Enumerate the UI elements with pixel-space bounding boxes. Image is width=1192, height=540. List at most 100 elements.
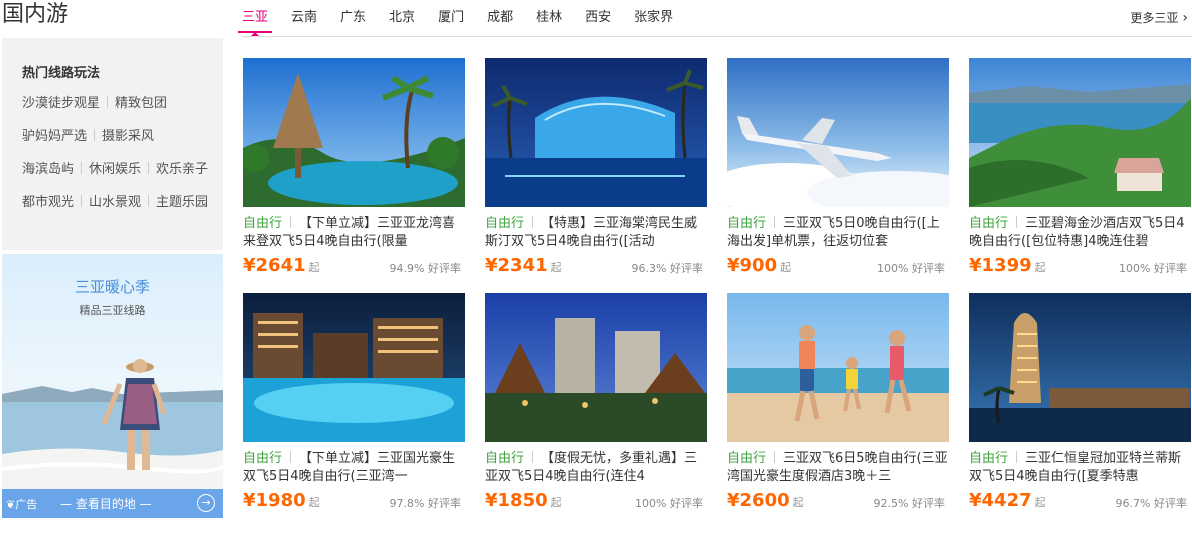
- route-link[interactable]: 山水景观: [89, 195, 141, 210]
- rating-text: 100% 好评率: [877, 262, 945, 275]
- route-link[interactable]: 主题乐园: [156, 195, 208, 210]
- rating-text: 96.3% 好评率: [631, 262, 703, 275]
- route-link[interactable]: 沙漠徒步观星: [22, 96, 100, 111]
- product-card[interactable]: 自由行 【下单立减】三亚国光豪生双飞5日4晚自由行(三亚湾一 ¥1980 起 97.8…: [243, 293, 465, 514]
- route-row: 沙漠徒步观星 精致包团: [22, 94, 223, 114]
- product-card[interactable]: 自由行 【下单立减】三亚亚龙湾喜来登双飞5日4晚自由行(限量 ¥2641 起 94.9…: [243, 58, 465, 279]
- product-tag: 自由行: [243, 216, 283, 231]
- product-tag: 自由行: [485, 451, 525, 466]
- divider: [774, 216, 776, 228]
- tab-chengdu[interactable]: 成都: [487, 8, 513, 36]
- promo-banner[interactable]: 三亚暖心季 精品三亚线路 ❦广告 — 查看目的地 — →: [2, 254, 223, 518]
- product-price: ¥900: [727, 255, 778, 276]
- rating-text: 96.7% 好评率: [1115, 497, 1187, 510]
- product-image-thai-resort[interactable]: [485, 293, 707, 442]
- divider: [81, 162, 83, 174]
- route-link[interactable]: 精致包团: [115, 96, 167, 111]
- divider: [290, 451, 292, 463]
- route-link[interactable]: 海滨岛屿: [22, 162, 74, 177]
- tab-guangdong[interactable]: 广东: [340, 8, 366, 36]
- product-image-resort[interactable]: [243, 58, 465, 207]
- rating-text: 100% 好评率: [1119, 262, 1187, 275]
- product-description[interactable]: 自由行 三亚仁恒皇冠加亚特兰蒂斯双飞5日4晚自由行([夏季特惠: [969, 450, 1191, 486]
- product-description[interactable]: 自由行 三亚双飞6日5晚自由行(三亚湾国光豪生度假酒店3晚＋三: [727, 450, 949, 486]
- divider: [290, 216, 292, 228]
- tab-xian[interactable]: 西安: [585, 8, 611, 36]
- promo-subtitle: 精品三亚线路: [79, 304, 146, 317]
- product-image-bay[interactable]: [969, 58, 1191, 207]
- route-link[interactable]: 驴妈妈严选: [22, 129, 87, 144]
- product-description[interactable]: 自由行 【下单立减】三亚亚龙湾喜来登双飞5日4晚自由行(限量: [243, 215, 465, 251]
- more-sanya-link[interactable]: 更多三亚 ›: [1130, 8, 1188, 28]
- route-row: 驴妈妈严选 摄影采风: [22, 127, 223, 147]
- price-suffix: 起: [308, 261, 320, 274]
- destination-tabs: 三亚 云南 广东 北京 厦门 成都 桂林 西安 张家界: [237, 8, 696, 36]
- divider: [1016, 216, 1018, 228]
- product-tag: 自由行: [969, 451, 1009, 466]
- product-price: ¥1980: [243, 490, 306, 511]
- product-description[interactable]: 自由行 【下单立减】三亚国光豪生双飞5日4晚自由行(三亚湾一: [243, 450, 465, 486]
- divider: [532, 451, 534, 463]
- price-suffix: 起: [308, 496, 320, 509]
- route-link[interactable]: 摄影采风: [102, 129, 154, 144]
- product-description[interactable]: 自由行 三亚碧海金沙酒店双飞5日4晚自由行([包位特惠]4晚连住碧: [969, 215, 1191, 251]
- route-link[interactable]: 欢乐亲子: [156, 162, 208, 177]
- product-price: ¥2600: [727, 490, 790, 511]
- product-tag: 自由行: [243, 451, 283, 466]
- tab-zhangjiajie[interactable]: 张家界: [634, 8, 673, 36]
- promo-title: 三亚暖心季: [74, 278, 150, 296]
- product-description[interactable]: 自由行 三亚双飞5日0晚自由行([上海出发]单机票，往返切位套: [727, 215, 949, 251]
- tab-xiamen[interactable]: 厦门: [438, 8, 464, 36]
- product-image-plane[interactable]: [727, 58, 949, 207]
- tab-beijing[interactable]: 北京: [389, 8, 415, 36]
- tab-yunnan[interactable]: 云南: [291, 8, 317, 36]
- popular-routes-panel: 热门线路玩法 沙漠徒步观星 精致包团 驴妈妈严选 摄影采风 海滨岛屿 休闲娱乐 欢乐亲子…: [2, 38, 223, 250]
- ad-label-text: 广告: [15, 498, 38, 511]
- leaf-icon: ❦: [6, 498, 16, 511]
- divider: [148, 195, 150, 207]
- price-row: ¥1850 起 100% 好评率: [485, 490, 707, 514]
- promo-bar: ❦广告 — 查看目的地 — →: [2, 489, 223, 518]
- product-card[interactable]: 自由行 三亚双飞6日5晚自由行(三亚湾国光豪生度假酒店3晚＋三 ¥2600 起 92.…: [727, 293, 949, 514]
- price-suffix: 起: [780, 261, 792, 274]
- rating-text: 94.9% 好评率: [389, 262, 461, 275]
- product-card[interactable]: 自由行 三亚双飞5日0晚自由行([上海出发]单机票，往返切位套 ¥900 起 100%…: [727, 58, 949, 279]
- divider: [107, 96, 109, 108]
- rating-text: 97.8% 好评率: [389, 497, 461, 510]
- price-row: ¥1980 起 97.8% 好评率: [243, 490, 465, 514]
- route-link[interactable]: 休闲娱乐: [89, 162, 141, 177]
- product-card[interactable]: 自由行 三亚碧海金沙酒店双飞5日4晚自由行([包位特惠]4晚连住碧 ¥1399 起 1…: [969, 58, 1191, 279]
- route-row: 海滨岛屿 休闲娱乐 欢乐亲子: [22, 160, 223, 180]
- rating-text: 100% 好评率: [635, 497, 703, 510]
- price-row: ¥4427 起 96.7% 好评率: [969, 490, 1191, 514]
- divider: [148, 162, 150, 174]
- price-suffix: 起: [550, 496, 562, 509]
- view-destination-link[interactable]: — 查看目的地 —: [60, 495, 152, 512]
- price-suffix: 起: [792, 496, 804, 509]
- ad-label: ❦广告: [6, 496, 37, 512]
- header-divider: [242, 36, 1192, 37]
- product-price: ¥2341: [485, 255, 548, 276]
- product-image-night-pool[interactable]: [485, 58, 707, 207]
- product-description[interactable]: 自由行 【特惠】三亚海棠湾民生威斯汀双飞5日4晚自由行([活动: [485, 215, 707, 251]
- section-title: 国内游: [2, 2, 69, 27]
- product-card[interactable]: 自由行 【特惠】三亚海棠湾民生威斯汀双飞5日4晚自由行([活动 ¥2341 起 96.…: [485, 58, 707, 279]
- tab-guilin[interactable]: 桂林: [536, 8, 562, 36]
- product-price: ¥4427: [969, 490, 1032, 511]
- price-row: ¥2600 起 92.5% 好评率: [727, 490, 949, 514]
- tab-sanya[interactable]: 三亚: [237, 8, 273, 36]
- route-link[interactable]: 都市观光: [22, 195, 74, 210]
- product-image-tower[interactable]: [969, 293, 1191, 442]
- product-price: ¥1850: [485, 490, 548, 511]
- product-tag: 自由行: [969, 216, 1009, 231]
- product-card[interactable]: 自由行 【度假无忧，多重礼遇】三亚双飞5日4晚自由行(连住4 ¥1850 起 100%…: [485, 293, 707, 514]
- product-image-hotel-pool[interactable]: [243, 293, 465, 442]
- product-card[interactable]: 自由行 三亚仁恒皇冠加亚特兰蒂斯双飞5日4晚自由行([夏季特惠 ¥4427 起 96.…: [969, 293, 1191, 514]
- more-link-label: 更多三亚: [1130, 11, 1179, 25]
- product-price: ¥1399: [969, 255, 1032, 276]
- product-image-family[interactable]: [727, 293, 949, 442]
- product-tag: 自由行: [727, 216, 767, 231]
- product-description[interactable]: 自由行 【度假无忧，多重礼遇】三亚双飞5日4晚自由行(连住4: [485, 450, 707, 486]
- rating-text: 92.5% 好评率: [873, 497, 945, 510]
- arrow-right-icon[interactable]: →: [197, 494, 215, 512]
